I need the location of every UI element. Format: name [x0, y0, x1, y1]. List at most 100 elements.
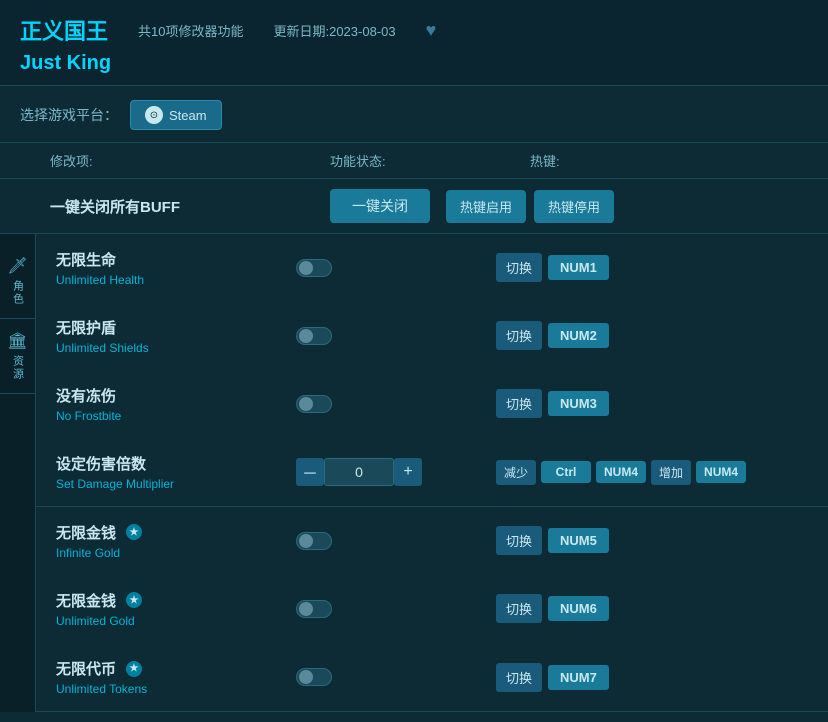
hotkey-area-damage-multiplier: 减少 Ctrl NUM4 增加 NUM4 — [496, 460, 808, 485]
toggle-area-no-frostbite — [296, 395, 496, 413]
header-update-date: 更新日期:2023-08-03 — [273, 21, 395, 40]
heart-icon[interactable]: ♥ — [426, 20, 437, 41]
toggle-knob-no-frostbite — [299, 397, 313, 411]
toggle-infinite-gold[interactable] — [296, 532, 332, 550]
hotkey-decrease-damage[interactable]: 减少 — [496, 460, 536, 485]
character-icon: 🗡 — [7, 256, 27, 276]
table-row: 无限金钱 ★ Unlimited Gold 切换 NUM6 — [36, 575, 828, 643]
cheat-cn-damage-multiplier: 设定伤害倍数 — [56, 453, 296, 474]
header: 正义国王 共10项修改器功能 更新日期:2023-08-03 ♥ Just Ki… — [0, 0, 828, 86]
toggle-knob-unlimited-health — [299, 261, 313, 275]
hotkey-switch-unlimited-health[interactable]: 切换 — [496, 253, 542, 282]
one-key-label: 一键关闭所有BUFF — [50, 196, 330, 217]
badge-icon-unlimited-tokens: ★ — [126, 661, 142, 677]
cheat-name-infinite-gold: 无限金钱 ★ Infinite Gold — [56, 522, 296, 560]
content-area: 无限生命 Unlimited Health 切换 NUM1 无限护盾 Unli — [36, 234, 828, 712]
cheat-name-damage-multiplier: 设定伤害倍数 Set Damage Multiplier — [56, 453, 296, 491]
cheat-table-header: 修改项: 功能状态: 热键: — [0, 143, 828, 179]
steam-icon: ⊙ — [145, 106, 163, 124]
table-row: 无限护盾 Unlimited Shields 切换 NUM2 — [36, 302, 828, 370]
hotkey-switch-unlimited-tokens[interactable]: 切换 — [496, 663, 542, 692]
one-key-row: 一键关闭所有BUFF 一键关闭 热键启用 热键停用 — [0, 179, 828, 234]
cheat-en-damage-multiplier: Set Damage Multiplier — [56, 477, 296, 491]
sidebar-label-resources: 资源 — [10, 355, 26, 381]
hotkey-key-num3: NUM3 — [548, 391, 609, 416]
game-title-en: Just King — [20, 52, 808, 75]
cheat-cn-infinite-gold: 无限金钱 ★ — [56, 522, 296, 543]
toggle-knob-unlimited-gold — [299, 602, 313, 616]
sidebar-section-character: 🗡 角色 — [0, 244, 35, 319]
damage-value-input[interactable] — [324, 458, 394, 486]
hotkey-key-num7: NUM7 — [548, 665, 609, 690]
game-title-cn: 正义国王 — [20, 14, 108, 46]
toggle-knob-unlimited-tokens — [299, 670, 313, 684]
one-key-close-button[interactable]: 一键关闭 — [330, 189, 430, 223]
toggle-unlimited-shields[interactable] — [296, 327, 332, 345]
hotkey-area-infinite-gold: 切换 NUM5 — [496, 526, 808, 555]
cheat-en-unlimited-health: Unlimited Health — [56, 273, 296, 287]
hotkey-area-no-frostbite: 切换 NUM3 — [496, 389, 808, 418]
steam-label: Steam — [169, 108, 207, 123]
cheat-cn-unlimited-health: 无限生命 — [56, 249, 296, 270]
steam-button[interactable]: ⊙ Steam — [130, 100, 222, 130]
hotkey-num4-increase: NUM4 — [696, 461, 746, 483]
badge-icon-unlimited-gold: ★ — [126, 592, 142, 608]
cheat-name-unlimited-shields: 无限护盾 Unlimited Shields — [56, 317, 296, 355]
hotkey-num4-decrease: NUM4 — [596, 461, 646, 483]
damage-minus-button[interactable]: － — [296, 458, 324, 486]
hotkey-ctrl-damage: Ctrl — [541, 461, 591, 483]
hotkey-switch-unlimited-shields[interactable]: 切换 — [496, 321, 542, 350]
toggle-knob-infinite-gold — [299, 534, 313, 548]
table-row: 没有冻伤 No Frostbite 切换 NUM3 — [36, 370, 828, 438]
toggle-unlimited-health[interactable] — [296, 259, 332, 277]
table-row: 无限代币 ★ Unlimited Tokens 切换 NUM7 — [36, 643, 828, 711]
hotkey-area-unlimited-tokens: 切换 NUM7 — [496, 663, 808, 692]
sidebar-section-resources: 🏛 资源 — [0, 319, 35, 394]
resources-icon: 🏛 — [7, 331, 27, 351]
cheat-cn-unlimited-shields: 无限护盾 — [56, 317, 296, 338]
header-meta-count: 共10项修改器功能 — [138, 21, 243, 40]
toggle-area-infinite-gold — [296, 532, 496, 550]
table-row: 无限生命 Unlimited Health 切换 NUM1 — [36, 234, 828, 302]
table-row: 无限金钱 ★ Infinite Gold 切换 NUM5 — [36, 507, 828, 575]
toggle-unlimited-gold[interactable] — [296, 600, 332, 618]
toggle-area-unlimited-health — [296, 259, 496, 277]
resources-section: 无限金钱 ★ Infinite Gold 切换 NUM5 — [36, 507, 828, 712]
hotkey-increase-damage[interactable]: 增加 — [651, 460, 691, 485]
sidebar: 🗡 角色 🏛 资源 — [0, 234, 36, 712]
hotkey-switch-infinite-gold[interactable]: 切换 — [496, 526, 542, 555]
num-input-area: － + — [296, 458, 496, 486]
damage-plus-button[interactable]: + — [394, 458, 422, 486]
hotkey-key-num6: NUM6 — [548, 596, 609, 621]
platform-section: 选择游戏平台： ⊙ Steam — [0, 86, 828, 143]
header-top: 正义国王 共10项修改器功能 更新日期:2023-08-03 ♥ — [20, 14, 808, 46]
cheat-cn-unlimited-tokens: 无限代币 ★ — [56, 658, 296, 679]
hotkey-switch-unlimited-gold[interactable]: 切换 — [496, 594, 542, 623]
hotkey-switch-no-frostbite[interactable]: 切换 — [496, 389, 542, 418]
hotkey-area-unlimited-shields: 切换 NUM2 — [496, 321, 808, 350]
toggle-no-frostbite[interactable] — [296, 395, 332, 413]
hotkey-area-unlimited-health: 切换 NUM1 — [496, 253, 808, 282]
platform-label: 选择游戏平台： — [20, 105, 118, 125]
cheat-en-unlimited-gold: Unlimited Gold — [56, 614, 296, 628]
cheat-en-no-frostbite: No Frostbite — [56, 409, 296, 423]
toggle-knob-unlimited-shields — [299, 329, 313, 343]
col-header-name: 修改项: — [50, 151, 330, 170]
toggle-area-unlimited-tokens — [296, 668, 496, 686]
cheat-name-unlimited-gold: 无限金钱 ★ Unlimited Gold — [56, 590, 296, 628]
character-section: 无限生命 Unlimited Health 切换 NUM1 无限护盾 Unli — [36, 234, 828, 507]
cheat-cn-unlimited-gold: 无限金钱 ★ — [56, 590, 296, 611]
hotkey-disable-button[interactable]: 热键停用 — [534, 190, 614, 223]
hotkey-area-unlimited-gold: 切换 NUM6 — [496, 594, 808, 623]
toggle-area-unlimited-gold — [296, 600, 496, 618]
table-row: 设定伤害倍数 Set Damage Multiplier － + 减少 Ctrl… — [36, 438, 828, 506]
toggle-area-unlimited-shields — [296, 327, 496, 345]
hotkey-key-num1: NUM1 — [548, 255, 609, 280]
hotkey-enable-button[interactable]: 热键启用 — [446, 190, 526, 223]
col-header-hotkey: 热键: — [530, 151, 808, 170]
hotkey-key-num2: NUM2 — [548, 323, 609, 348]
toggle-unlimited-tokens[interactable] — [296, 668, 332, 686]
cheat-name-unlimited-health: 无限生命 Unlimited Health — [56, 249, 296, 287]
cheat-en-unlimited-tokens: Unlimited Tokens — [56, 682, 296, 696]
badge-icon-infinite-gold: ★ — [126, 524, 142, 540]
